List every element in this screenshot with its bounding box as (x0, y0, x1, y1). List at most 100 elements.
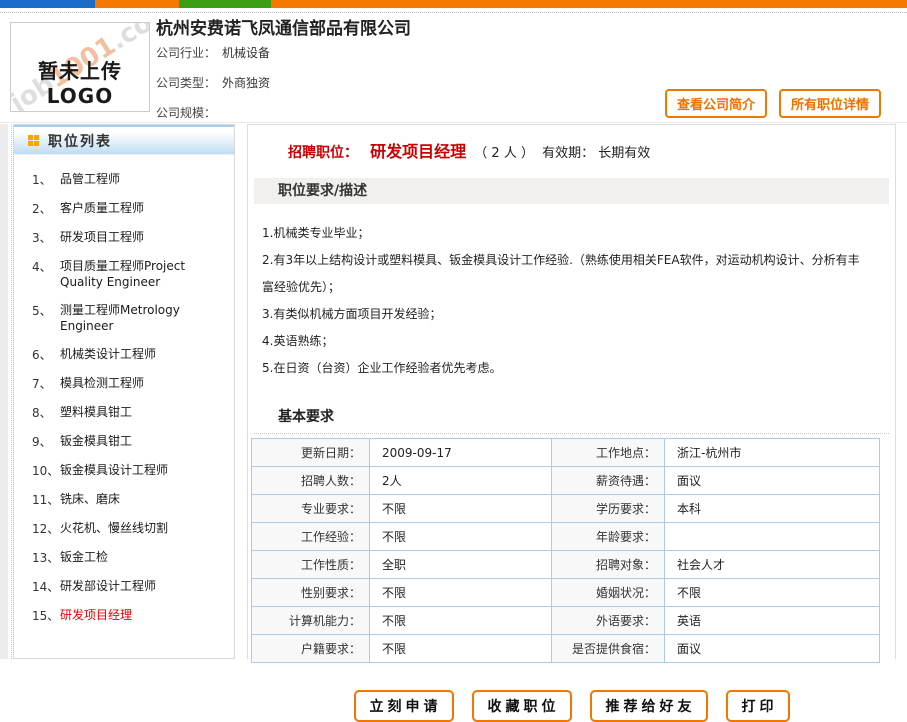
table-value-cell: 社会人才 (665, 551, 880, 579)
table-label-cell: 计算机能力： (252, 607, 370, 635)
company-field-value: 外商独资 (222, 76, 270, 90)
position-label: 项目质量工程师Project Quality Engineer (60, 258, 226, 290)
table-label-cell: 年龄要求： (552, 523, 665, 551)
table-label-cell: 专业要求： (252, 495, 370, 523)
action-buttons: 立刻申请收藏职位推荐给好友打印 (248, 690, 895, 722)
table-row: 户籍要求：不限是否提供食宿：面议 (252, 635, 880, 663)
table-value-cell: 面议 (665, 467, 880, 495)
table-label-cell: 外语要求： (552, 607, 665, 635)
position-label: 钣金模具钳工 (60, 433, 226, 450)
sidebar-position-item[interactable]: 12、火花机、慢丝线切割 (14, 514, 230, 543)
position-list-title: 职位列表 (48, 131, 112, 151)
table-label-cell: 薪资待遇： (552, 467, 665, 495)
apply-now-button[interactable]: 立刻申请 (354, 690, 454, 722)
company-fields: 公司行业： 机械设备公司类型： 外商独资公司规模： (156, 44, 270, 134)
job-header: 招聘职位： 研发项目经理 （ 2 人 ） 有效期： 长期有效 (248, 125, 895, 162)
position-label: 铣床、磨床 (60, 491, 226, 508)
table-value-cell: 2009-09-17 (370, 439, 552, 467)
sidebar-position-item[interactable]: 7、模具检测工程师 (14, 369, 230, 398)
basic-requirements-table-body: 更新日期：2009-09-17工作地点：浙江-杭州市招聘人数：2人薪资待遇：面议… (252, 439, 880, 663)
company-field-label: 公司类型： (156, 76, 216, 90)
job-title: 研发项目经理 (370, 142, 466, 161)
sidebar-position-item[interactable]: 11、铣床、磨床 (14, 485, 230, 514)
sidebar-position-item[interactable]: 9、钣金模具钳工 (14, 427, 230, 456)
table-label-cell: 是否提供食宿： (552, 635, 665, 663)
position-number: 10、 (32, 462, 60, 479)
logo-placeholder-text: 暂未上传LOGO (11, 55, 149, 108)
company-field-value: 机械设备 (222, 46, 270, 60)
sidebar-position-item[interactable]: 5、测量工程师Metrology Engineer (14, 296, 230, 340)
company-field-label: 公司规模： (156, 106, 216, 120)
table-value-cell: 不限 (370, 579, 552, 607)
position-number: 12、 (32, 520, 60, 537)
position-number: 4、 (32, 258, 60, 290)
sidebar-position-item[interactable]: 8、塑料模具钳工 (14, 398, 230, 427)
table-label-cell: 招聘人数： (252, 467, 370, 495)
job-description: 1.机械类专业毕业；2.有3年以上结构设计或塑料模具、钣金模具设计工作经验.（熟… (262, 220, 868, 382)
print-button[interactable]: 打印 (726, 690, 790, 722)
table-label-cell: 学历要求： (552, 495, 665, 523)
position-label: 客户质量工程师 (60, 200, 226, 217)
grid-icon (28, 135, 39, 146)
position-label: 研发项目工程师 (60, 229, 226, 246)
company-name: 杭州安费诺飞凤通信部品有限公司 (156, 14, 411, 39)
top-bar-green-segment (179, 0, 271, 8)
table-value-cell: 不限 (665, 579, 880, 607)
sidebar-position-item[interactable]: 13、钣金工检 (14, 543, 230, 572)
table-value-cell: 不限 (370, 495, 552, 523)
position-number: 13、 (32, 549, 60, 566)
sidebar-position-item[interactable]: 2、客户质量工程师 (14, 194, 230, 223)
position-label: 研发部设计工程师 (60, 578, 226, 595)
table-label-cell: 招聘对象： (552, 551, 665, 579)
sidebar-position-item[interactable]: 3、研发项目工程师 (14, 223, 230, 252)
job-description-line: 3.有类似机械方面项目开发经验； (262, 301, 868, 328)
section-title-requirements: 职位要求/描述 (254, 178, 889, 204)
view-company-profile-button[interactable]: 查看公司简介 (665, 89, 767, 118)
position-number: 9、 (32, 433, 60, 450)
company-field: 公司规模： (156, 104, 270, 121)
position-list-panel: 职位列表 1、品管工程师2、客户质量工程师3、研发项目工程师4、项目质量工程师P… (13, 124, 235, 659)
top-bar-orange-long-segment (271, 0, 907, 8)
position-number: 5、 (32, 302, 60, 334)
position-number: 1、 (32, 171, 60, 188)
position-label: 测量工程师Metrology Engineer (60, 302, 226, 334)
position-label: 钣金模具设计工程师 (60, 462, 226, 479)
save-position-button[interactable]: 收藏职位 (472, 690, 572, 722)
table-row: 专业要求：不限学历要求：本科 (252, 495, 880, 523)
sidebar-position-item[interactable]: 1、品管工程师 (14, 165, 230, 194)
company-field-label: 公司行业： (156, 46, 216, 60)
table-label-cell: 工作地点： (552, 439, 665, 467)
position-list-header: 职位列表 (14, 125, 234, 155)
table-row: 更新日期：2009-09-17工作地点：浙江-杭州市 (252, 439, 880, 467)
position-number: 6、 (32, 346, 60, 363)
company-header: job1001.com 暂未上传LOGO 杭州安费诺飞凤通信部品有限公司 公司行… (0, 14, 907, 123)
table-row: 计算机能力：不限外语要求：英语 (252, 607, 880, 635)
job-description-line: 4.英语熟练； (262, 328, 868, 355)
sidebar-position-item[interactable]: 10、钣金模具设计工程师 (14, 456, 230, 485)
sidebar-position-item[interactable]: 6、机械类设计工程师 (14, 340, 230, 369)
sidebar-position-item[interactable]: 14、研发部设计工程师 (14, 572, 230, 601)
top-color-bar (0, 0, 907, 8)
table-value-cell: 全职 (370, 551, 552, 579)
position-number: 8、 (32, 404, 60, 421)
position-label: 研发项目经理 (60, 607, 226, 624)
job-validity: 有效期： 长期有效 (542, 146, 650, 161)
position-number: 3、 (32, 229, 60, 246)
table-label-cell: 工作经验： (252, 523, 370, 551)
table-row: 性别要求：不限婚姻状况：不限 (252, 579, 880, 607)
job-description-line: 2.有3年以上结构设计或塑料模具、钣金模具设计工作经验.（熟练使用相关FEA软件… (262, 247, 868, 301)
left-dotted-divider (11, 124, 12, 659)
sidebar-position-item[interactable]: 15、研发项目经理 (14, 601, 230, 630)
position-label: 模具检测工程师 (60, 375, 226, 392)
all-positions-button[interactable]: 所有职位详情 (779, 89, 881, 118)
table-value-cell: 本科 (665, 495, 880, 523)
header-buttons: 查看公司简介所有职位详情 (653, 89, 881, 118)
table-row: 工作性质：全职招聘对象：社会人才 (252, 551, 880, 579)
position-number: 11、 (32, 491, 60, 508)
position-label: 钣金工检 (60, 549, 226, 566)
table-label-cell: 婚姻状况： (552, 579, 665, 607)
sidebar-position-item[interactable]: 4、项目质量工程师Project Quality Engineer (14, 252, 230, 296)
table-row: 工作经验：不限年龄要求： (252, 523, 880, 551)
recommend-to-friend-button[interactable]: 推荐给好友 (590, 690, 708, 722)
position-number: 15、 (32, 607, 60, 624)
